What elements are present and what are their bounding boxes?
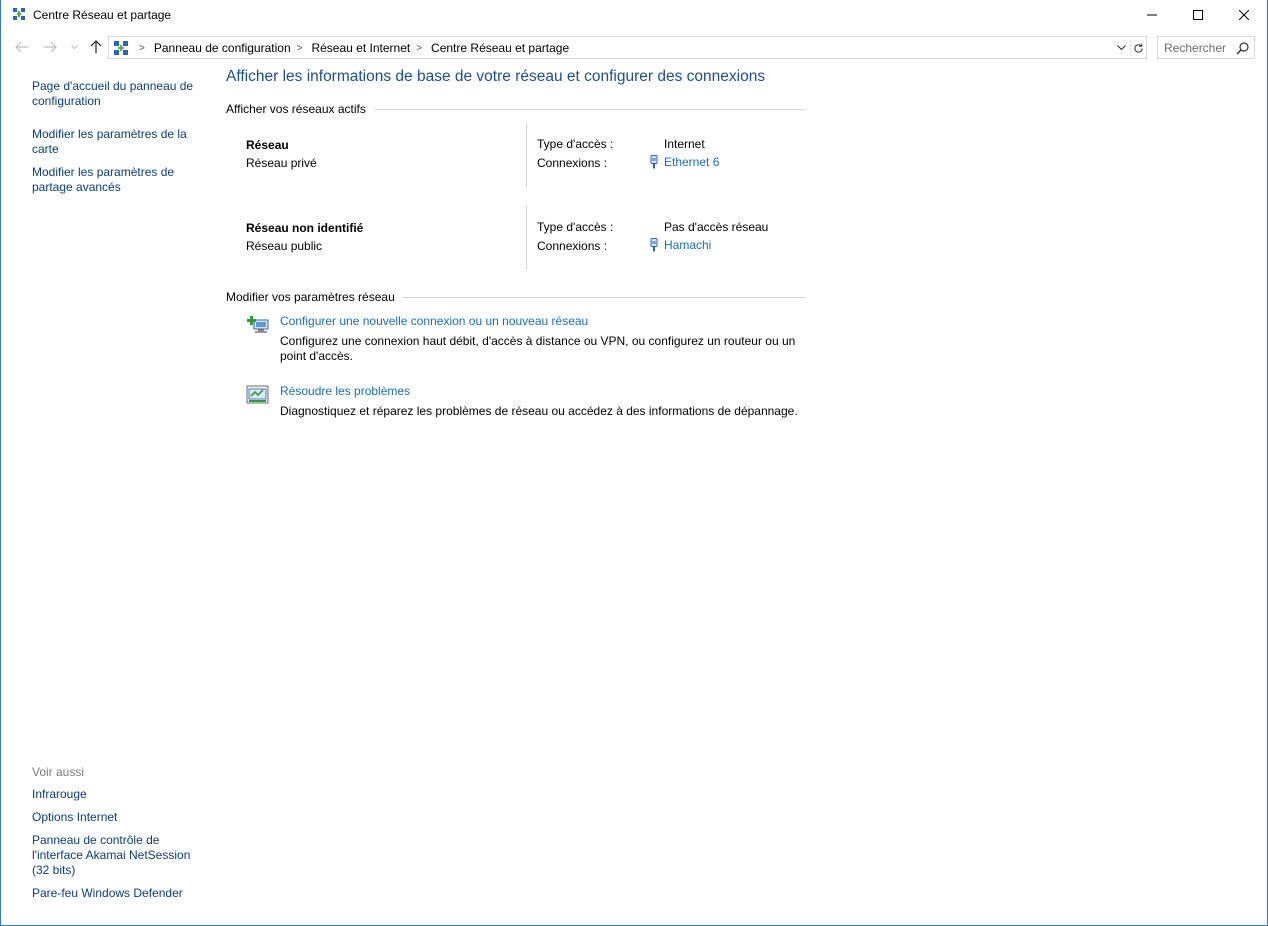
network-card: Réseau non identifié Réseau public Type …: [246, 206, 806, 270]
divider: [526, 206, 527, 270]
title-bar: Centre Réseau et partage: [1, 0, 1267, 30]
back-button[interactable]: [13, 38, 31, 56]
access-type-value: Internet: [664, 137, 705, 151]
network-card: Réseau Réseau privé Type d'accès : Inter…: [246, 123, 806, 187]
network-profile-type[interactable]: Réseau public: [246, 239, 322, 253]
search-box[interactable]: [1157, 36, 1255, 59]
control-panel-home-link[interactable]: Page d'accueil du panneau de configurati…: [32, 79, 202, 109]
access-type-label: Type d'accès :: [537, 220, 614, 234]
see-also-infrared-link[interactable]: Infrarouge: [32, 787, 202, 802]
connection-link-hamachi[interactable]: Hamachi: [649, 238, 711, 252]
minimize-button[interactable]: [1129, 0, 1175, 30]
left-task-pane: Page d'accueil du panneau de configurati…: [1, 62, 211, 924]
chevron-right-icon: >: [139, 42, 145, 54]
breadcrumb-item-network-center[interactable]: Centre Réseau et partage: [431, 41, 569, 55]
search-icon: [1236, 42, 1249, 55]
change-settings-heading: Modifier vos paramètres réseau: [226, 289, 806, 305]
connections-label: Connexions :: [537, 239, 608, 253]
close-icon: [1239, 10, 1249, 20]
breadcrumb-item-control-panel[interactable]: Panneau de configuration: [154, 41, 291, 55]
advanced-sharing-settings-link[interactable]: Modifier les paramètres de partage avanc…: [32, 165, 202, 195]
search-input[interactable]: [1164, 40, 1234, 55]
access-type-value: Pas d'accès réseau: [664, 220, 769, 234]
chevron-right-icon: >: [296, 42, 303, 54]
page-title: Afficher les informations de base de vot…: [226, 68, 766, 85]
breadcrumb: > Panneau de configuration > Réseau et I…: [133, 41, 569, 55]
close-button[interactable]: [1221, 0, 1267, 30]
task-description: Configurez une connexion haut débit, d'a…: [280, 334, 796, 363]
chevron-down-icon: [70, 44, 78, 49]
network-profile-type[interactable]: Réseau privé: [246, 156, 317, 170]
arrow-up-icon: [90, 40, 102, 53]
setup-new-connection-link[interactable]: Configurer une nouvelle connexion ou un …: [280, 314, 588, 328]
access-type-label: Type d'accès :: [537, 137, 614, 151]
refresh-button[interactable]: [1130, 40, 1146, 56]
connections-label: Connexions :: [537, 156, 608, 170]
connection-link-ethernet[interactable]: Ethernet 6: [649, 155, 719, 169]
troubleshoot-icon: [246, 385, 269, 404]
maximize-button[interactable]: [1175, 0, 1221, 30]
forward-button[interactable]: [41, 38, 59, 56]
window-title: Centre Réseau et partage: [33, 8, 172, 22]
ethernet-icon: [650, 155, 658, 169]
change-adapter-settings-link[interactable]: Modifier les paramètres de la carte: [32, 127, 202, 157]
network-center-icon: [13, 8, 25, 20]
task-description: Diagnostiquez et réparez les problèmes d…: [280, 404, 798, 418]
divider: [373, 108, 806, 110]
see-also-firewall-link[interactable]: Pare-feu Windows Defender: [32, 886, 202, 901]
ethernet-icon: [650, 238, 658, 252]
maximize-icon: [1193, 10, 1203, 20]
divider: [402, 296, 806, 298]
recent-locations-button[interactable]: [67, 38, 81, 56]
address-bar[interactable]: > Panneau de configuration > Réseau et I…: [108, 36, 1147, 59]
chevron-right-icon: >: [416, 42, 423, 54]
active-networks-heading-text: Afficher vos réseaux actifs: [226, 102, 366, 116]
breadcrumb-item-network-internet[interactable]: Réseau et Internet: [311, 41, 410, 55]
see-also-internet-options-link[interactable]: Options Internet: [32, 810, 202, 825]
change-settings-heading-text: Modifier vos paramètres réseau: [226, 290, 395, 304]
minimize-icon: [1147, 14, 1157, 16]
network-name: Réseau non identifié: [246, 221, 364, 235]
address-dropdown-button[interactable]: [1114, 41, 1128, 55]
see-also-heading: Voir aussi: [32, 765, 85, 779]
troubleshoot-link[interactable]: Résoudre les problèmes: [280, 384, 410, 398]
divider: [526, 123, 527, 187]
connection-name: Ethernet 6: [664, 155, 720, 169]
active-networks-heading: Afficher vos réseaux actifs: [226, 101, 806, 117]
network-name: Réseau: [246, 138, 289, 152]
network-center-icon: [114, 41, 128, 55]
network-sharing-center-window: Centre Réseau et partage > Panneau de co…: [0, 0, 1268, 926]
arrow-right-icon: [44, 41, 57, 53]
new-connection-icon: [247, 316, 269, 333]
chevron-down-icon: [1116, 45, 1126, 51]
connection-name: Hamachi: [664, 238, 712, 252]
arrow-left-icon: [15, 41, 28, 53]
up-button[interactable]: [87, 38, 105, 56]
navigation-bar: > Panneau de configuration > Réseau et I…: [1, 34, 1267, 60]
refresh-icon: [1134, 42, 1143, 53]
see-also-akamai-link[interactable]: Panneau de contrôle de l'interface Akama…: [32, 833, 202, 878]
